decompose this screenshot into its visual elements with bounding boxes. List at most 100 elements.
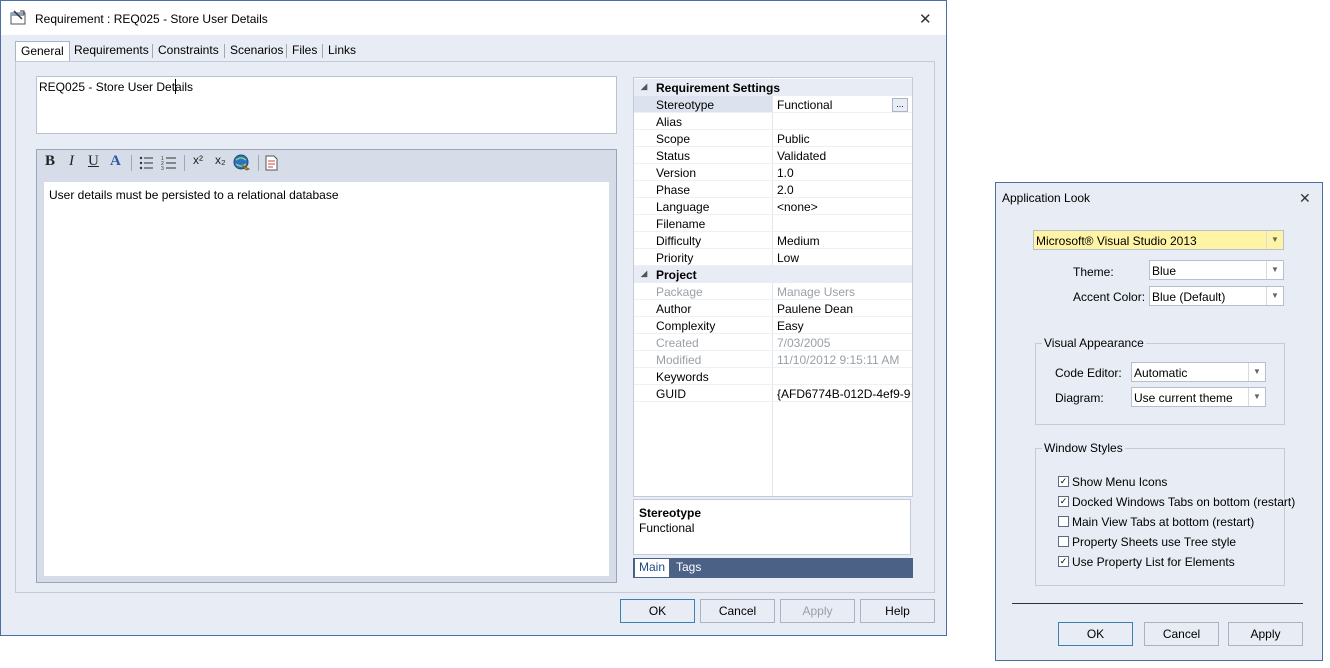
document-icon[interactable] [265,155,278,171]
checkbox[interactable]: ✓ [1058,496,1069,507]
property-value[interactable]: Easy [777,319,910,333]
close-icon[interactable]: ✕ [1299,191,1311,205]
description-text: Functional [639,521,695,535]
tab-scenarios[interactable]: Scenarios [225,41,288,61]
notes-text-area[interactable]: User details must be persisted to a rela… [44,182,609,576]
checkbox[interactable] [1058,516,1069,527]
application-look-dialog: Application Look ✕ Microsoft® Visual Stu… [995,182,1323,661]
property-value[interactable]: 2.0 [777,183,910,197]
checkbox-label[interactable]: Main View Tabs at bottom (restart) [1072,515,1254,529]
checkbox-label[interactable]: Use Property List for Elements [1072,555,1235,569]
checkbox[interactable]: ✓ [1058,476,1069,487]
property-value[interactable]: 7/03/2005 [777,336,910,350]
property-value[interactable]: Paulene Dean [777,302,910,316]
help-button[interactable]: Help [860,599,935,623]
property-name: Modified [656,353,702,367]
checkbox-label[interactable]: Property Sheets use Tree style [1072,535,1236,549]
chevron-down-icon: ▼ [1266,287,1283,305]
name-field[interactable]: REQ025 - Store User Details [36,76,617,134]
accent-color-select[interactable]: Blue (Default) ▼ [1149,286,1284,306]
tab-general[interactable]: General [15,41,70,62]
property-row-author[interactable]: Author Paulene Dean [634,300,912,317]
property-value[interactable]: {AFD6774B-012D-4ef9-9... [777,387,910,401]
cancel-button[interactable]: Cancel [1144,622,1219,646]
code-editor-select[interactable]: Automatic ▼ [1131,362,1266,382]
property-name: Keywords [656,370,709,384]
ok-button[interactable]: OK [620,599,695,623]
ok-button[interactable]: OK [1058,622,1133,646]
title-bar: Requirement : REQ025 - Store User Detail… [1,1,946,35]
checkbox-label[interactable]: Docked Windows Tabs on bottom (restart) [1072,495,1295,509]
property-value[interactable]: Functional [777,98,910,112]
checkbox[interactable] [1058,536,1069,547]
property-value[interactable]: 11/10/2012 9:15:11 AM [777,353,910,367]
property-row-package[interactable]: Package Manage Users [634,283,912,300]
svg-text:3: 3 [161,166,164,170]
tab-tags[interactable]: Tags [676,560,701,574]
chevron-down-icon: ▼ [1248,363,1265,381]
checkbox-label[interactable]: Show Menu Icons [1072,475,1167,489]
cancel-button[interactable]: Cancel [700,599,775,623]
numbered-list-icon[interactable]: 1 2 3 [161,155,176,170]
property-value[interactable]: <none> [777,200,910,214]
property-row-status[interactable]: Status Validated [634,147,912,164]
property-row-keywords[interactable]: Keywords [634,368,912,385]
toolbar-separator [131,155,132,171]
property-tab-strip: Main Tags [633,558,913,578]
font-color-icon[interactable]: A [110,153,121,170]
chevron-down-icon: ▼ [1266,231,1283,249]
style-select[interactable]: Microsoft® Visual Studio 2013 ▼ [1033,230,1284,250]
theme-select[interactable]: Blue ▼ [1149,260,1284,280]
requirement-dialog: Requirement : REQ025 - Store User Detail… [0,0,947,636]
property-name: Stereotype [656,98,715,112]
tab-constraints[interactable]: Constraints [153,41,224,61]
property-row-complexity[interactable]: Complexity Easy [634,317,912,334]
tab-links[interactable]: Links [323,41,361,61]
diagram-select-value: Use current theme [1134,391,1233,405]
property-value[interactable]: Low [777,251,910,265]
hyperlink-icon[interactable] [233,154,251,172]
property-name: Status [656,149,691,163]
property-value[interactable]: 1.0 [777,166,910,180]
tab-files[interactable]: Files [287,41,322,61]
property-row-guid[interactable]: GUID {AFD6774B-012D-4ef9-9... [634,385,912,402]
apply-button[interactable]: Apply [780,599,855,623]
chevron-down-icon: ▼ [1266,261,1283,279]
property-row-filename[interactable]: Filename [634,215,912,232]
underline-icon[interactable]: U [88,153,99,170]
bulleted-list-icon[interactable] [139,156,153,170]
chevron-down-icon: ▼ [1248,388,1265,406]
diagram-select[interactable]: Use current theme ▼ [1131,387,1266,407]
accent-color-select-value: Blue (Default) [1152,290,1226,304]
section-project[interactable]: ◢ Project [634,266,912,283]
property-value[interactable]: Medium [777,234,910,248]
tab-main[interactable]: Main [635,559,670,577]
bold-icon[interactable]: B [45,153,55,170]
property-row-phase[interactable]: Phase 2.0 [634,181,912,198]
property-value[interactable]: Validated [777,149,910,163]
property-row-difficulty[interactable]: Difficulty Medium [634,232,912,249]
superscript-icon[interactable]: x² [193,153,203,167]
section-label: Requirement Settings [656,81,781,95]
property-row-alias[interactable]: Alias [634,113,912,130]
tab-requirements[interactable]: Requirements [69,41,154,61]
close-icon[interactable]: ✕ [919,12,932,27]
property-row-created[interactable]: Created 7/03/2005 [634,334,912,351]
property-row-stereotype[interactable]: Stereotype Functional [634,96,912,113]
toolbar-separator [184,155,185,171]
italic-icon[interactable]: I [69,153,74,170]
requirement-icon [10,10,26,25]
property-row-modified[interactable]: Modified 11/10/2012 9:15:11 AM [634,351,912,368]
section-requirement-settings[interactable]: ◢ Requirement Settings [634,79,912,96]
divider [1012,603,1303,604]
stereotype-ellipsis-button[interactable]: ... [892,98,908,112]
subscript-icon[interactable]: x₂ [215,153,226,167]
property-value[interactable]: Manage Users [777,285,910,299]
property-value[interactable]: Public [777,132,910,146]
property-row-version[interactable]: Version 1.0 [634,164,912,181]
checkbox[interactable]: ✓ [1058,556,1069,567]
apply-button[interactable]: Apply [1228,622,1303,646]
property-row-scope[interactable]: Scope Public [634,130,912,147]
property-row-language[interactable]: Language <none> [634,198,912,215]
property-row-priority[interactable]: Priority Low [634,249,912,266]
